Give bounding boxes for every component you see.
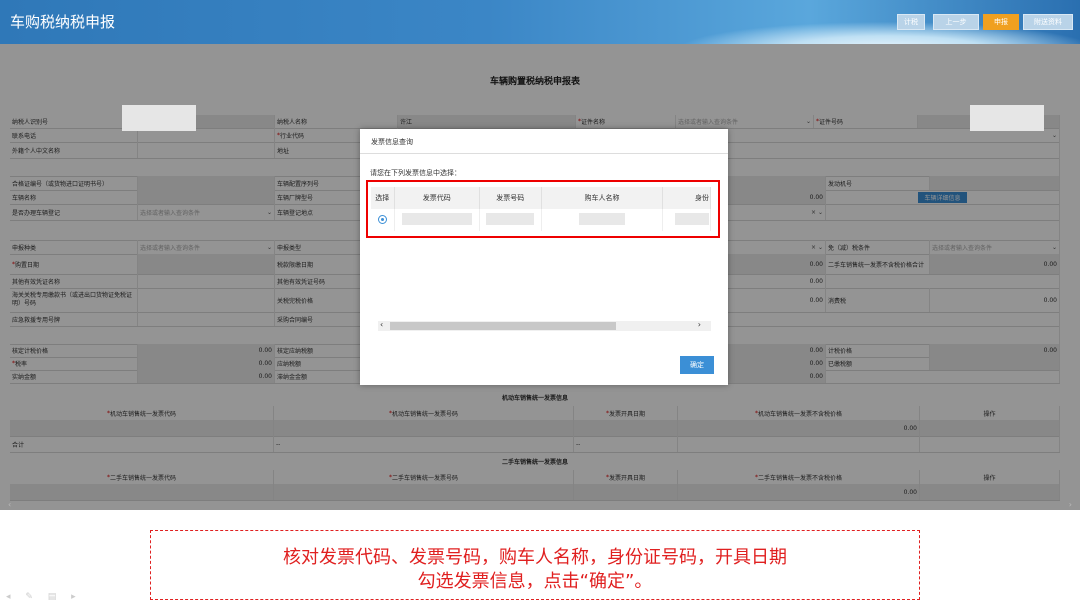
attach-documents-button[interactable]: 附送资料	[1023, 14, 1073, 30]
app-title: 车购税纳税申报	[10, 13, 116, 31]
slide-controls[interactable]: ◂ ✎ ▤ ▸	[6, 592, 82, 602]
calc-tax-button[interactable]: 计税	[897, 14, 925, 30]
dialog-horizontal-scrollbar[interactable]: ‹ ›	[378, 320, 711, 331]
caption-line-1: 核对发票代码、发票号码，购车人名称，身份证号码，开具日期	[283, 547, 787, 568]
confirm-button[interactable]: 确定	[680, 356, 714, 374]
caption-line-2: 勾选发票信息，点击“确定”。	[417, 571, 653, 592]
header-bar: 车购税纳税申报 计税 上一步 申报 附送资料	[0, 0, 1080, 44]
page-horizontal-scrollbar[interactable]: ‹ ›	[0, 500, 1080, 510]
submit-declaration-button[interactable]: 申报	[983, 14, 1019, 30]
instruction-caption: 核对发票代码、发票号码，购车人名称，身份证号码，开具日期 勾选发票信息，点击“确…	[150, 530, 920, 600]
dialog-prompt: 请您在下列发票信息中选择：	[370, 169, 461, 177]
scrollbar-thumb[interactable]	[390, 322, 616, 330]
invoice-query-dialog: 发票信息查询 请您在下列发票信息中选择： 选择 发票代码 发票号码 购车人名称 …	[360, 129, 728, 385]
dialog-title: 发票信息查询	[371, 138, 413, 146]
scroll-left-icon[interactable]: ‹	[8, 500, 11, 509]
divider	[360, 153, 728, 154]
scroll-right-icon[interactable]: ›	[1069, 500, 1072, 509]
redacted-block	[970, 105, 1044, 131]
prev-step-button[interactable]: 上一步	[933, 14, 979, 30]
highlight-box	[366, 180, 720, 238]
scroll-right-icon[interactable]: ›	[698, 320, 701, 329]
redacted-block	[122, 105, 196, 131]
scroll-left-icon[interactable]: ‹	[380, 320, 383, 329]
